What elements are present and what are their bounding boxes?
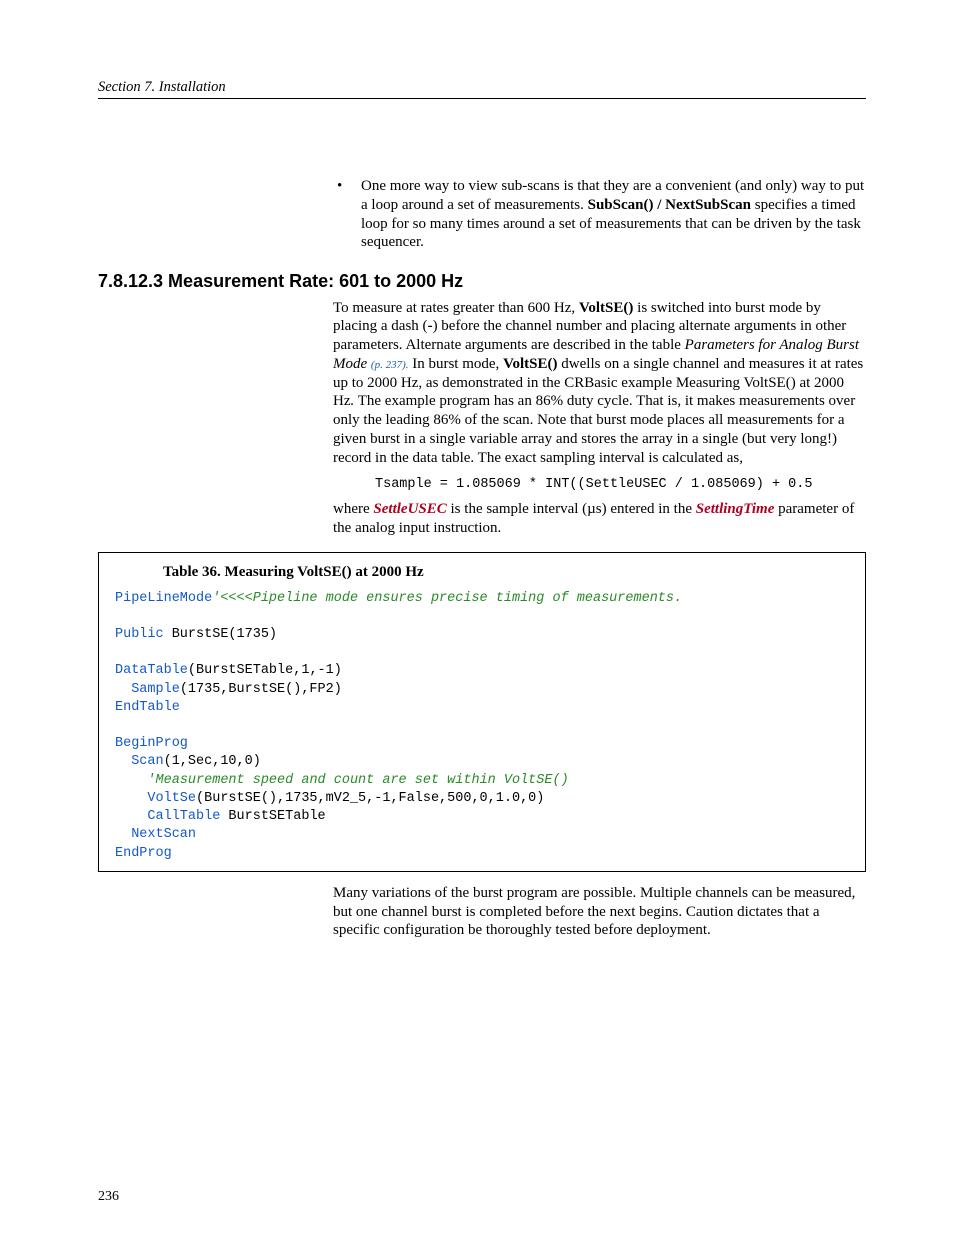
code-l3b: BurstSE(1735) xyxy=(164,627,277,642)
paragraph-1: To measure at rates greater than 600 Hz,… xyxy=(333,299,866,468)
code-l11b: Measurement speed and count are set with… xyxy=(156,773,569,788)
code-l1b: '<<<<Pipeline mode ensures precise timin… xyxy=(212,591,682,606)
p1-i: VoltSE() xyxy=(503,356,557,372)
code-l10b: (1,Sec,10,0) xyxy=(164,754,261,769)
section-heading: 7.8.12.3 Measurement Rate: 601 to 2000 H… xyxy=(98,270,866,293)
code-listing: PipeLineMode'<<<<Pipeline mode ensures p… xyxy=(115,590,849,863)
page-number: 236 xyxy=(98,1188,119,1206)
code-l11a: ' xyxy=(115,773,156,788)
p2-c: is the sample interval (µs) entered in t… xyxy=(447,501,696,517)
paragraph-2: where SettleUSEC is the sample interval … xyxy=(333,500,866,538)
code-l12a: VoltSe xyxy=(115,791,196,806)
code-l6a: Sample xyxy=(115,682,180,697)
code-l9: BeginProg xyxy=(115,736,188,751)
p2-a: where xyxy=(333,501,373,517)
bullet-list: One more way to view sub-scans is that t… xyxy=(333,177,866,252)
bullet-item: One more way to view sub-scans is that t… xyxy=(333,177,866,252)
code-l12b: (BurstSE(),1735,mV2_5,-1,False,500,0,1.0… xyxy=(196,791,544,806)
header-rule xyxy=(98,98,866,99)
p1-h: In burst mode, xyxy=(408,356,503,372)
code-l10a: Scan xyxy=(115,754,164,769)
formula: Tsample = 1.085069 * INT((SettleUSEC / 1… xyxy=(375,477,866,494)
table-caption: Table 36. Measuring VoltSE() at 2000 Hz xyxy=(163,563,849,582)
p1-k: The example program has an 86% duty cycl… xyxy=(333,393,855,465)
p1-b: VoltSE() xyxy=(579,300,633,316)
p1-a: To measure at rates greater than 600 Hz, xyxy=(333,300,579,316)
code-l5b: (BurstSETable,1,-1) xyxy=(188,663,342,678)
code-table: Table 36. Measuring VoltSE() at 2000 Hz … xyxy=(98,552,866,872)
code-l5a: DataTable xyxy=(115,663,188,678)
bullet-bold: SubScan() / NextSubScan xyxy=(588,197,751,213)
kw-settleusec: SettleUSEC xyxy=(373,501,446,517)
code-l3a: Public xyxy=(115,627,164,642)
code-l13a: CallTable xyxy=(115,809,220,824)
page-ref-link[interactable]: (p. 237). xyxy=(371,359,409,371)
page-header: Section 7. Installation xyxy=(98,78,866,96)
paragraph-3: Many variations of the burst program are… xyxy=(333,884,866,940)
code-l1a: PipeLineMode xyxy=(115,591,212,606)
code-l14: NextScan xyxy=(115,827,196,842)
code-l15: EndProg xyxy=(115,846,172,861)
code-l13b: BurstSETable xyxy=(220,809,325,824)
code-l6b: (1735,BurstSE(),FP2) xyxy=(180,682,342,697)
kw-settlingtime: SettlingTime xyxy=(696,501,775,517)
code-l7: EndTable xyxy=(115,700,180,715)
